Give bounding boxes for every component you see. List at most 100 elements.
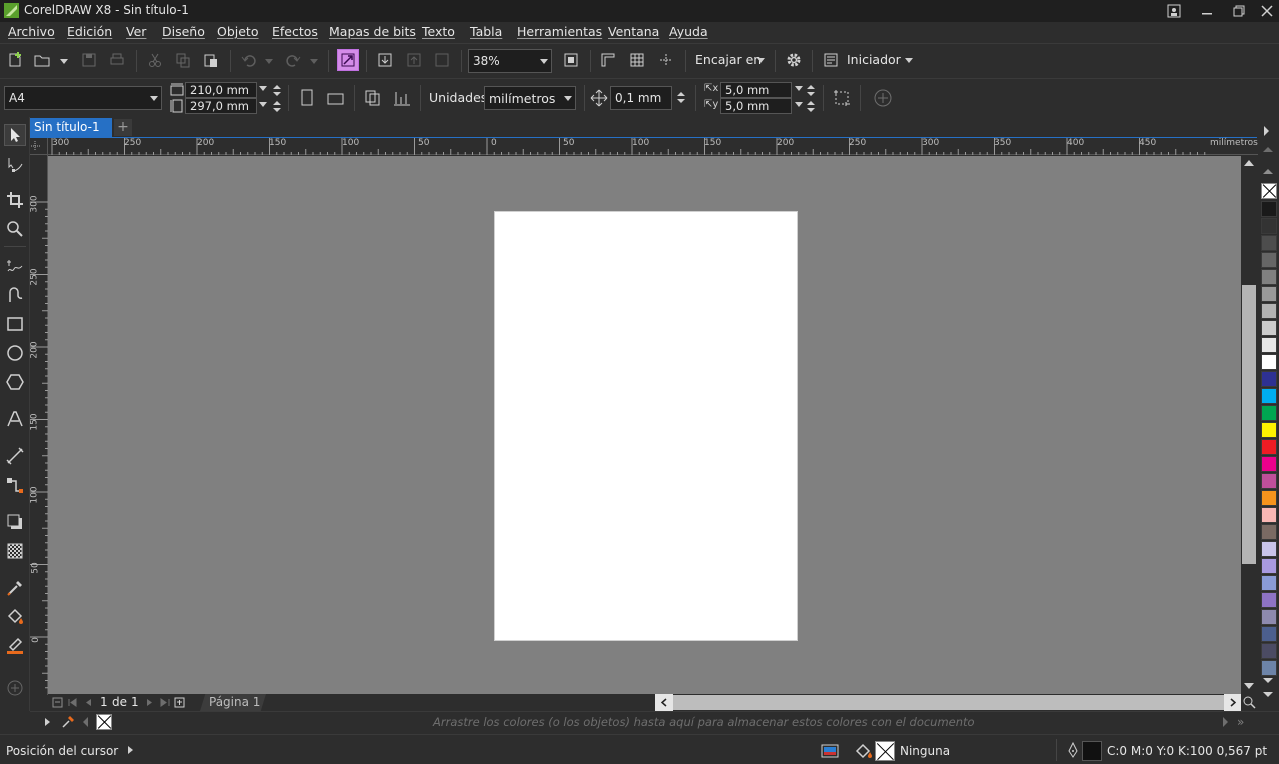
horizontal-ruler[interactable]: 300 250 200 150 100 50 0 50 100 150 200 … — [48, 138, 1258, 155]
page-size-dropdown-icon[interactable] — [150, 96, 158, 101]
duplicate-distance-y-field[interactable]: 5,0 mm — [720, 98, 792, 114]
scroll-up-icon[interactable] — [1244, 160, 1254, 166]
fill-none-swatch[interactable] — [875, 741, 895, 761]
search-content-icon[interactable] — [337, 49, 359, 71]
width-spinner[interactable] — [270, 82, 284, 98]
all-pages-icon[interactable] — [362, 87, 384, 109]
print-icon[interactable] — [106, 49, 128, 71]
menu-ver[interactable]: Ver — [126, 24, 146, 39]
dup-x-unit-dropdown-icon[interactable] — [795, 86, 803, 91]
account-icon[interactable] — [1159, 0, 1189, 22]
palette-swatch[interactable] — [1261, 626, 1277, 642]
zoom-tool-icon[interactable] — [4, 218, 26, 240]
options-gear-icon[interactable] — [783, 49, 805, 71]
freehand-tool-icon[interactable] — [4, 255, 26, 277]
page-tab[interactable]: Página 1 — [200, 694, 266, 711]
undo-icon[interactable] — [238, 49, 260, 71]
open-recent-dropdown-icon[interactable] — [60, 59, 68, 64]
no-color-swatch[interactable] — [1261, 183, 1277, 199]
show-guidelines-icon[interactable] — [655, 49, 677, 71]
units-select[interactable]: milímetros — [484, 86, 576, 110]
launcher-dropdown-icon[interactable] — [905, 58, 913, 63]
text-tool-icon[interactable] — [4, 408, 26, 430]
show-rulers-icon[interactable] — [597, 49, 619, 71]
add-tool-icon[interactable] — [4, 677, 26, 699]
menu-diseno[interactable]: Diseño — [162, 24, 205, 39]
height-spinner[interactable] — [270, 98, 284, 114]
menu-herramientas[interactable]: Herramientas — [517, 24, 602, 39]
palette-swatch[interactable] — [1261, 609, 1277, 625]
palette-swatch[interactable] — [1261, 490, 1277, 506]
document-tab[interactable]: Sin título-1 — [30, 118, 112, 137]
cut-icon[interactable] — [144, 49, 166, 71]
new-document-icon[interactable] — [4, 49, 26, 71]
pick-tool-icon[interactable] — [4, 124, 26, 146]
palette-scroll-down-icon[interactable] — [1263, 678, 1273, 683]
width-unit-dropdown-icon[interactable] — [259, 86, 267, 91]
page-size-select[interactable]: A4 — [4, 86, 162, 110]
restore-button[interactable] — [1224, 0, 1254, 22]
launcher-icon[interactable] — [820, 49, 842, 71]
document-no-color-swatch[interactable] — [96, 714, 112, 730]
palette-scroll-up-icon[interactable] — [1263, 169, 1273, 174]
zoom-dropdown-icon[interactable] — [540, 59, 548, 64]
height-unit-dropdown-icon[interactable] — [259, 102, 267, 107]
outline-color-swatch[interactable] — [1082, 741, 1102, 761]
smart-fill-tool-icon[interactable] — [4, 635, 26, 657]
palette-scroll-down-bottom-icon[interactable] — [1263, 692, 1273, 697]
full-screen-preview-icon[interactable] — [560, 49, 582, 71]
horizontal-scroll-thumb[interactable] — [673, 695, 1224, 710]
palette-swatch[interactable] — [1261, 371, 1277, 387]
menu-objeto[interactable]: Objeto — [217, 24, 259, 39]
copy-icon[interactable] — [172, 49, 194, 71]
palette-swatch[interactable] — [1261, 422, 1277, 438]
dup-x-spinner[interactable] — [804, 82, 818, 98]
page-width-field[interactable]: 210,0 mm — [185, 82, 257, 98]
dup-y-spinner[interactable] — [804, 98, 818, 114]
new-tab-icon[interactable]: + — [114, 119, 132, 136]
menu-archivo[interactable]: Archivo — [8, 24, 55, 39]
menu-edicion[interactable]: Edición — [67, 24, 112, 39]
vertical-scroll-thumb[interactable] — [1242, 285, 1256, 564]
minimize-button[interactable] — [1192, 0, 1222, 22]
crop-tool-icon[interactable] — [4, 189, 26, 211]
palette-swatch[interactable] — [1261, 354, 1277, 370]
palette-swatch[interactable] — [1261, 439, 1277, 455]
palette-swatch[interactable] — [1261, 592, 1277, 608]
palette-swatch[interactable] — [1261, 643, 1277, 659]
launcher-label[interactable]: Iniciador — [847, 52, 901, 67]
artistic-media-tool-icon[interactable] — [4, 284, 26, 306]
palette-scroll-up-top-icon[interactable] — [1263, 147, 1273, 152]
current-page-icon[interactable] — [391, 87, 413, 109]
parallel-dimension-tool-icon[interactable] — [4, 445, 26, 467]
rectangle-tool-icon[interactable] — [4, 313, 26, 335]
open-icon[interactable] — [32, 49, 54, 71]
ruler-origin-corner[interactable] — [30, 138, 48, 155]
save-icon[interactable] — [78, 49, 100, 71]
palette-swatch[interactable] — [1261, 558, 1277, 574]
palette-swatch[interactable] — [1261, 388, 1277, 404]
interactive-fill-tool-icon[interactable] — [4, 606, 26, 628]
palette-swatch[interactable] — [1261, 524, 1277, 540]
units-dropdown-icon[interactable] — [564, 96, 572, 101]
palette-swatch[interactable] — [1261, 660, 1277, 676]
menu-ventana[interactable]: Ventana — [608, 24, 659, 39]
export-icon[interactable] — [403, 49, 425, 71]
vertical-ruler[interactable]: 300 250 200 150 100 50 0 — [30, 155, 48, 695]
scroll-right-icon[interactable] — [1224, 694, 1241, 711]
redo-icon[interactable] — [282, 49, 304, 71]
palette-swatch[interactable] — [1261, 575, 1277, 591]
snap-to-dropdown-icon[interactable] — [757, 58, 765, 63]
palette-swatch[interactable] — [1261, 320, 1277, 336]
document-palette-scroll-left-icon[interactable] — [83, 717, 88, 727]
transparency-tool-icon[interactable] — [4, 540, 26, 562]
zoom-level-field[interactable]: 38% — [468, 49, 552, 73]
palette-swatch[interactable] — [1261, 456, 1277, 472]
status-flyout-icon[interactable] — [128, 746, 133, 754]
menu-texto[interactable]: Texto — [422, 24, 455, 39]
duplicate-distance-x-field[interactable]: 5,0 mm — [720, 82, 792, 98]
palette-flyout-icon[interactable] — [1264, 126, 1269, 136]
navigator-zoom-icon[interactable] — [1242, 695, 1256, 709]
palette-swatch[interactable] — [1261, 303, 1277, 319]
palette-swatch[interactable] — [1261, 507, 1277, 523]
